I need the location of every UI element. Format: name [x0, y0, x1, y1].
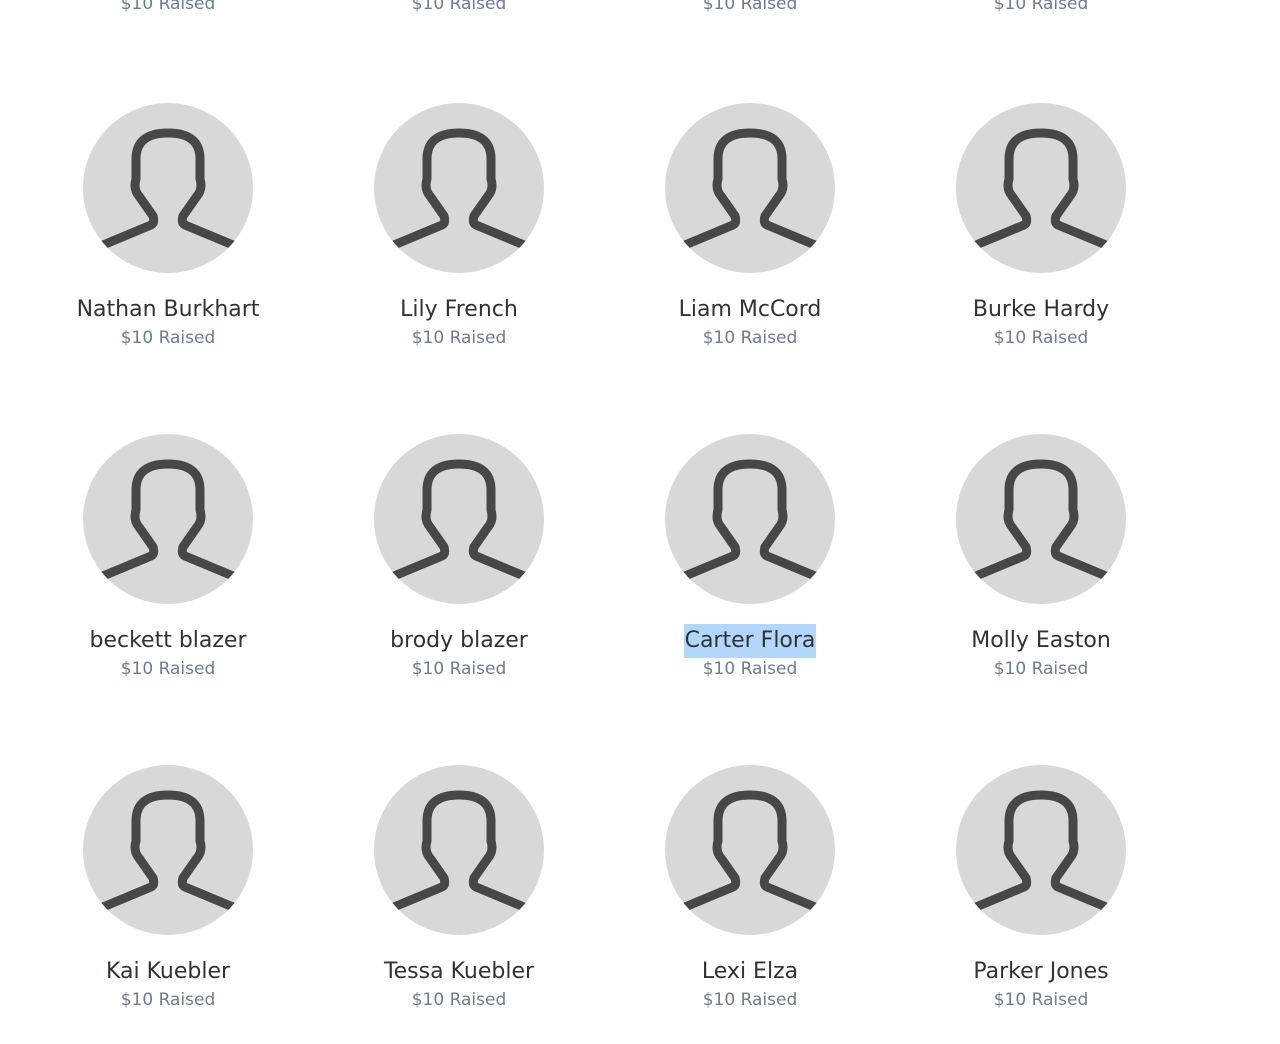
participant-name[interactable]: Lexi Elza: [701, 955, 799, 989]
raised-amount: $10 Raised: [411, 0, 507, 14]
raised-amount: $10 Raised: [120, 0, 216, 14]
participant-name[interactable]: beckett blazer: [88, 624, 247, 658]
user-silhouette-icon[interactable]: [83, 765, 253, 935]
raised-amount: $10 Raised: [411, 659, 507, 679]
user-silhouette-icon[interactable]: [956, 103, 1126, 273]
raised-amount: $10 Raised: [993, 990, 1089, 1010]
raised-amount: $10 Raised: [702, 0, 798, 14]
participants-grid: $10 Raised $10 Raised $10 Raised $10 Rai…: [0, 0, 1280, 1044]
participant-card[interactable]: beckett blazer $10 Raised: [48, 434, 288, 680]
participant-card[interactable]: brody blazer $10 Raised: [339, 434, 579, 680]
user-silhouette-icon[interactable]: [956, 765, 1126, 935]
user-silhouette-icon[interactable]: [83, 434, 253, 604]
participant-name[interactable]: Lily French: [399, 293, 519, 327]
user-silhouette-icon[interactable]: [665, 103, 835, 273]
participant-name[interactable]: Tessa Kuebler: [383, 955, 535, 989]
participant-card[interactable]: Carter Flora $10 Raised: [630, 434, 870, 680]
participant-name[interactable]: Parker Jones: [972, 955, 1109, 989]
participant-name-selected[interactable]: Carter Flora: [683, 624, 817, 658]
participant-card[interactable]: Tessa Kuebler $10 Raised: [339, 765, 579, 1011]
user-silhouette-icon[interactable]: [665, 765, 835, 935]
participant-name[interactable]: Burke Hardy: [972, 293, 1110, 327]
participant-card[interactable]: Nathan Burkhart $10 Raised: [48, 103, 288, 349]
raised-amount: $10 Raised: [120, 990, 216, 1010]
raised-amount: $10 Raised: [120, 659, 216, 679]
participant-card[interactable]: Lexi Elza $10 Raised: [630, 765, 870, 1011]
raised-amount: $10 Raised: [120, 328, 216, 348]
user-silhouette-icon[interactable]: [956, 434, 1126, 604]
participant-name[interactable]: Liam McCord: [678, 293, 823, 327]
participant-name[interactable]: Molly Easton: [970, 624, 1112, 658]
raised-amount: $10 Raised: [411, 990, 507, 1010]
participant-name[interactable]: Kai Kuebler: [105, 955, 231, 989]
raised-amount: $10 Raised: [702, 659, 798, 679]
raised-amount: $10 Raised: [702, 328, 798, 348]
raised-amount: $10 Raised: [411, 328, 507, 348]
raised-amount: $10 Raised: [702, 990, 798, 1010]
raised-amount: $10 Raised: [993, 0, 1089, 14]
user-silhouette-icon[interactable]: [374, 434, 544, 604]
participant-card[interactable]: Liam McCord $10 Raised: [630, 103, 870, 349]
user-silhouette-icon[interactable]: [665, 434, 835, 604]
participant-card[interactable]: Kai Kuebler $10 Raised: [48, 765, 288, 1011]
participant-card[interactable]: Burke Hardy $10 Raised: [921, 103, 1161, 349]
raised-amount: $10 Raised: [993, 659, 1089, 679]
user-silhouette-icon[interactable]: [374, 765, 544, 935]
participant-card[interactable]: Molly Easton $10 Raised: [921, 434, 1161, 680]
participant-name[interactable]: brody blazer: [389, 624, 529, 658]
user-silhouette-icon[interactable]: [374, 103, 544, 273]
participant-card[interactable]: Parker Jones $10 Raised: [921, 765, 1161, 1011]
participant-name[interactable]: Nathan Burkhart: [76, 293, 261, 327]
participant-card[interactable]: Lily French $10 Raised: [339, 103, 579, 349]
user-silhouette-icon[interactable]: [83, 103, 253, 273]
raised-amount: $10 Raised: [993, 328, 1089, 348]
